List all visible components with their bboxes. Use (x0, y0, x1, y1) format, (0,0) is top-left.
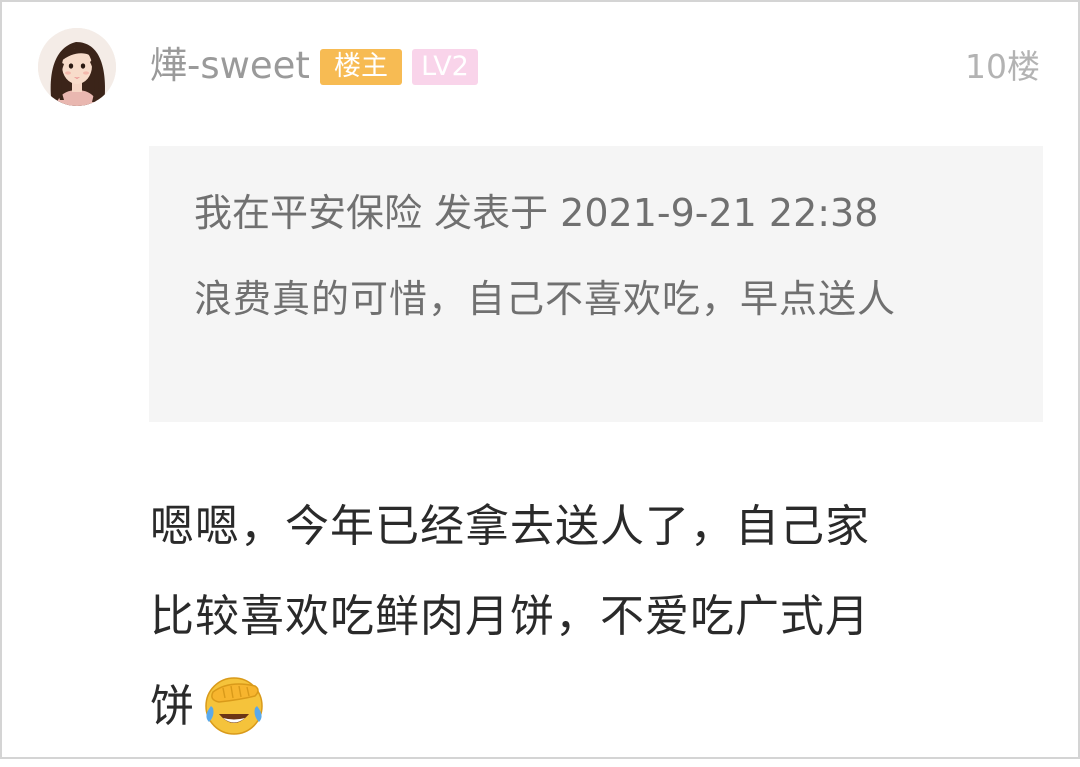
reply-line-3-text: 饼 (150, 681, 195, 732)
floor-number: 10楼 (965, 47, 1040, 86)
quote-body: 浪费真的可惜，自己不喜欢吃，早点送人 (194, 277, 897, 321)
reply-line-2: 比较喜欢吃鲜肉月饼，不爱吃广式月 (150, 591, 870, 642)
reply-text: 嗯嗯，今年已经拿去送人了，自己家 比较喜欢吃鲜肉月饼，不爱吃广式月 饼 (150, 482, 980, 752)
facepalm-laughing-emoji-icon (199, 672, 269, 736)
level-badge: LV2 (412, 49, 478, 85)
reply-line-3: 饼 (150, 662, 980, 752)
post-card: 燁-sweet 楼主 LV2 10楼 我在平安保险 发表于 2021-9-21 … (0, 0, 1080, 759)
original-poster-badge: 楼主 (320, 49, 402, 85)
username[interactable]: 燁-sweet (150, 44, 310, 88)
reply-line-1: 嗯嗯，今年已经拿去送人了，自己家 (150, 501, 870, 552)
quoted-post[interactable]: 我在平安保险 发表于 2021-9-21 22:38 浪费真的可惜，自己不喜欢吃… (149, 146, 1043, 422)
quote-header: 我在平安保险 发表于 2021-9-21 22:38 (194, 191, 879, 235)
avatar[interactable] (38, 28, 116, 106)
avatar-illustration-icon (38, 28, 116, 106)
